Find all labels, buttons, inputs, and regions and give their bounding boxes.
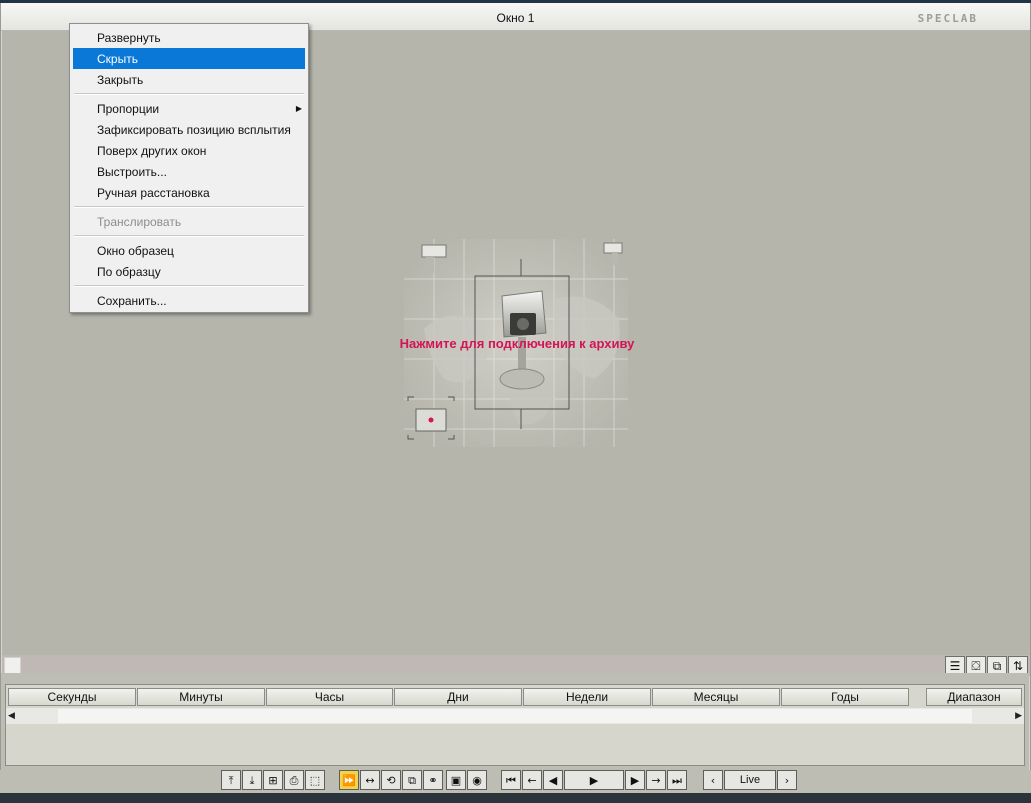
menu-item-label: Поверх других окон xyxy=(97,143,207,158)
record-icon[interactable]: ◉ xyxy=(467,770,487,790)
binoculars-icon[interactable]: ⚭ xyxy=(423,770,443,790)
timeline-scrollbar[interactable]: ◀ ▶ xyxy=(6,708,1024,724)
tab-seconds[interactable]: Секунды xyxy=(8,688,136,706)
chevron-left-icon[interactable]: ‹ xyxy=(703,770,723,790)
menu-item-label: Закрыть xyxy=(97,72,144,87)
select-region-icon[interactable]: ⬚ xyxy=(305,770,325,790)
export-down-icon[interactable]: ⤓ xyxy=(242,770,262,790)
tab-days[interactable]: Дни xyxy=(394,688,522,706)
fit-width-icon[interactable]: ↔ xyxy=(360,770,380,790)
export-up-icon[interactable]: ⤒ xyxy=(221,770,241,790)
menu-item-label: Ручная расстановка xyxy=(97,185,210,200)
next-frame-icon[interactable]: ▶ xyxy=(625,770,645,790)
menu-item-always-on-top[interactable]: Поверх других окон xyxy=(73,140,305,161)
sync-icon[interactable]: ⟲ xyxy=(381,770,401,790)
context-menu: Развернуть Скрыть Закрыть Пропорции ▶ Заф… xyxy=(69,23,309,313)
menu-item-save[interactable]: Сохранить... xyxy=(73,290,305,311)
tab-minutes[interactable]: Минуты xyxy=(137,688,265,706)
save-frame-icon[interactable]: ⊞ xyxy=(263,770,283,790)
chevron-right-icon[interactable]: › xyxy=(777,770,797,790)
snapshot-icon[interactable]: ▣ xyxy=(446,770,466,790)
print-icon[interactable]: ⎙ xyxy=(284,770,304,790)
fast-forward-mode-icon[interactable]: ⏩ xyxy=(339,770,359,790)
menu-item-lock-popup-position[interactable]: Зафиксировать позицию всплытия xyxy=(73,119,305,140)
menu-item-maximize[interactable]: Развернуть xyxy=(73,27,305,48)
menu-item-label: Окно образец xyxy=(97,243,174,258)
window-copy-icon[interactable]: ⧉ xyxy=(402,770,422,790)
menu-item-label: Транслировать xyxy=(97,214,182,229)
strip-handle[interactable] xyxy=(4,657,21,674)
go-to-end-icon[interactable]: ⏭ xyxy=(667,770,687,790)
live-button[interactable]: Live xyxy=(724,770,776,790)
scroll-left-icon[interactable]: ◀ xyxy=(8,710,15,721)
tab-hours[interactable]: Часы xyxy=(266,688,393,706)
scroll-right-icon[interactable]: ▶ xyxy=(1015,710,1022,721)
previous-frame-icon[interactable]: ◀ xyxy=(543,770,563,790)
menu-item-label: По образцу xyxy=(97,264,161,279)
menu-item-by-template[interactable]: По образцу xyxy=(73,261,305,282)
menu-separator xyxy=(74,206,304,208)
menu-item-hide[interactable]: Скрыть xyxy=(73,48,305,69)
menu-item-proportions[interactable]: Пропорции ▶ xyxy=(73,98,305,119)
menu-separator xyxy=(74,235,304,237)
tab-range[interactable]: Диапазон xyxy=(926,688,1022,706)
menu-item-label: Выстроить... xyxy=(97,164,167,179)
menu-item-arrange[interactable]: Выстроить... xyxy=(73,161,305,182)
tab-years[interactable]: Годы xyxy=(781,688,909,706)
menu-item-label: Развернуть xyxy=(97,30,161,45)
timeline-area: Секунды Минуты Часы Дни Недели Месяцы Го… xyxy=(1,673,1029,773)
menu-item-manual-layout[interactable]: Ручная расстановка xyxy=(73,182,305,203)
menu-separator xyxy=(74,93,304,95)
menu-item-label: Скрыть xyxy=(97,51,138,66)
menu-item-broadcast: Транслировать xyxy=(73,211,305,232)
scroll-track[interactable] xyxy=(58,709,972,723)
play-icon[interactable]: ▶ xyxy=(564,770,624,790)
time-scale-tabs: Секунды Минуты Часы Дни Недели Месяцы Го… xyxy=(8,688,910,706)
connect-to-archive-link[interactable]: Нажмите для подключения к архиву xyxy=(342,336,692,351)
submenu-arrow-icon: ▶ xyxy=(295,104,302,113)
menu-item-label: Сохранить... xyxy=(97,293,167,308)
timeline-panel: Секунды Минуты Часы Дни Недели Месяцы Го… xyxy=(5,684,1025,766)
tab-months[interactable]: Месяцы xyxy=(652,688,780,706)
menu-item-template-window[interactable]: Окно образец xyxy=(73,240,305,261)
tab-weeks[interactable]: Недели xyxy=(523,688,651,706)
go-to-start-icon[interactable]: ⏮ xyxy=(501,770,521,790)
speclab-logo: SPECLAB xyxy=(917,12,978,25)
step-back-icon[interactable]: ← xyxy=(522,770,542,790)
step-forward-icon[interactable]: → xyxy=(646,770,666,790)
bottom-status-bar xyxy=(0,793,1031,803)
menu-item-label: Зафиксировать позицию всплытия xyxy=(97,122,291,137)
menu-item-label: Пропорции xyxy=(97,101,160,116)
playback-toolbar: ⤒ ⤓ ⊞ ⎙ ⬚ ⏩ ↔ ⟲ ⧉ ⚭ ▣ ◉ ⏮ ← ◀ ▶ ▶ → ⏭ ‹ … xyxy=(0,770,1031,793)
menu-separator xyxy=(74,285,304,287)
menu-item-close[interactable]: Закрыть xyxy=(73,69,305,90)
